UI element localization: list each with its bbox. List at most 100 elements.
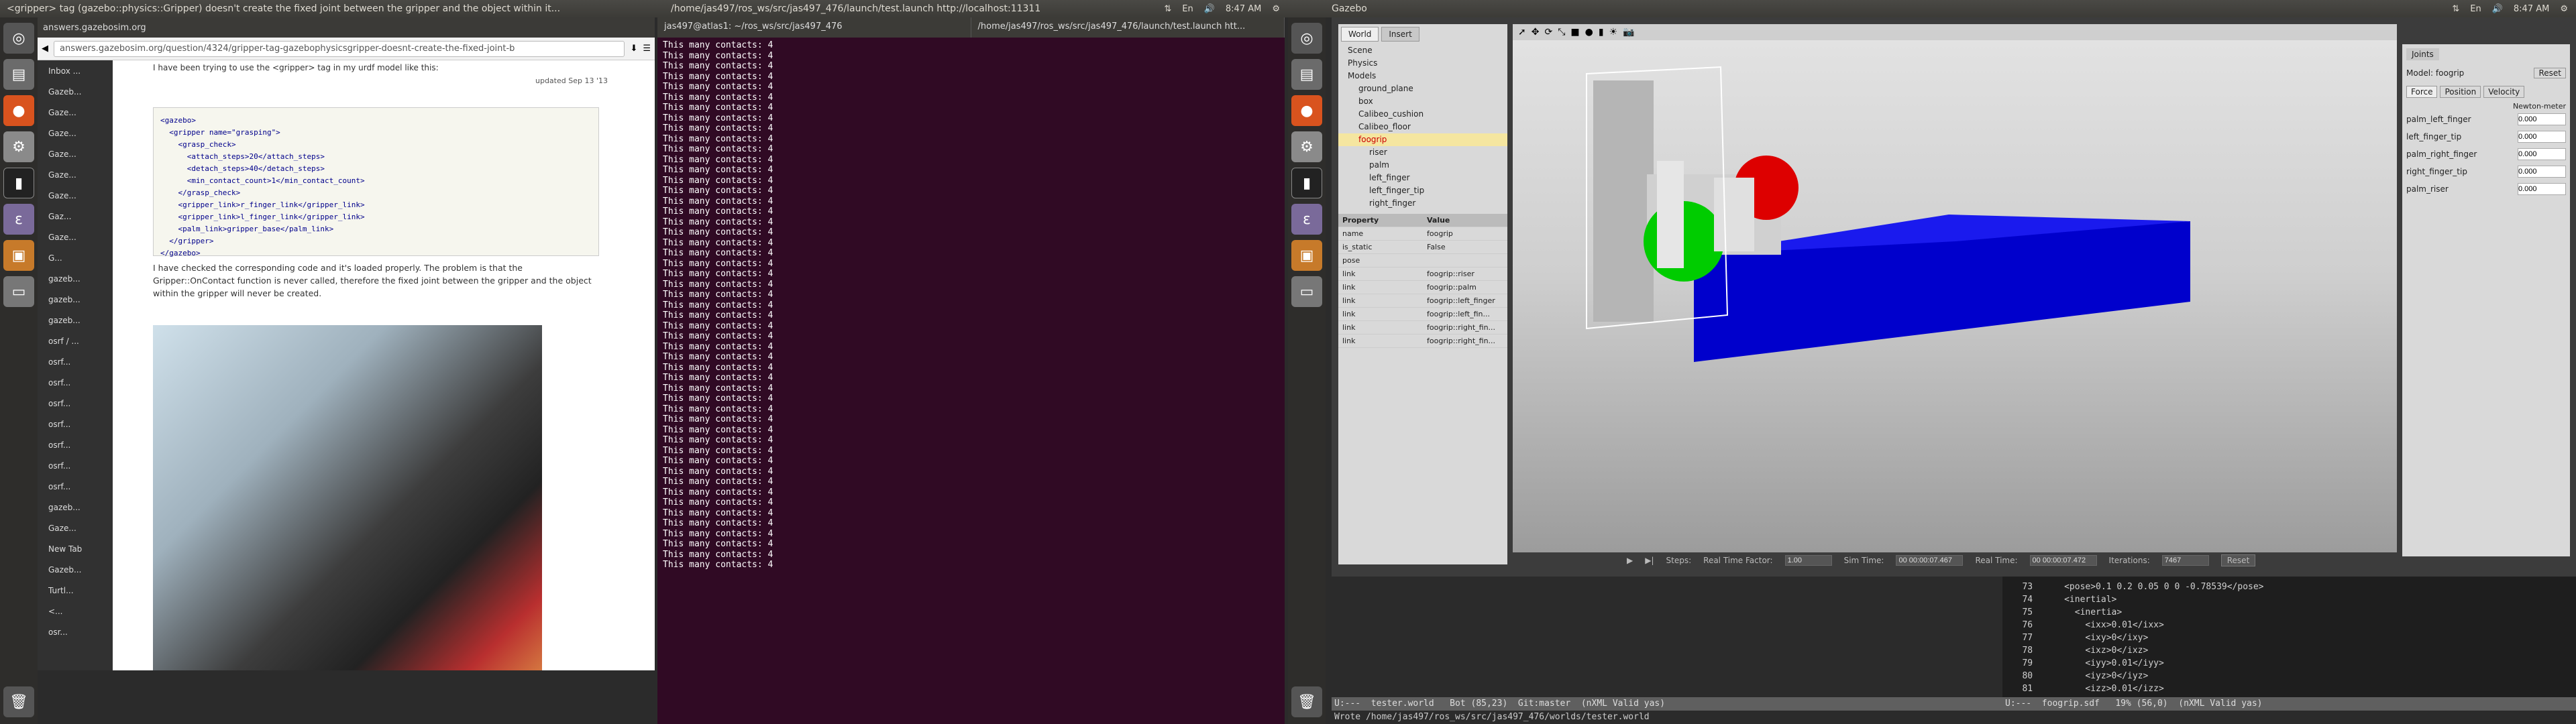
tab-world[interactable]: World xyxy=(1341,27,1379,42)
box-icon[interactable]: ■ xyxy=(1570,27,1579,38)
volume-icon[interactable]: 🔊 xyxy=(2492,4,2503,14)
tab-force[interactable]: Force xyxy=(2406,86,2438,98)
sidebar-tab-item[interactable]: Gaz... xyxy=(38,206,113,227)
sidebar-tab-item[interactable]: Gazeb... xyxy=(38,81,113,102)
world-tree-item[interactable]: Calibeo_cushion xyxy=(1338,108,1507,121)
cylinder-icon[interactable]: ▮ xyxy=(1599,27,1604,38)
package-icon[interactable]: ▣ xyxy=(1291,240,1322,271)
joints-reset-button[interactable]: Reset xyxy=(2534,68,2566,78)
rotate-icon[interactable]: ⟳ xyxy=(1544,27,1552,38)
back-icon[interactable]: ◀ xyxy=(42,44,48,54)
joint-force-field[interactable] xyxy=(2518,183,2566,195)
light-icon[interactable]: ☀ xyxy=(1609,27,1618,38)
tab-insert[interactable]: Insert xyxy=(1381,27,1419,42)
joint-force-field[interactable] xyxy=(2518,166,2566,178)
sidebar-tab-item[interactable]: osrf... xyxy=(38,455,113,476)
sidebar-tab-item[interactable]: osrf... xyxy=(38,351,113,372)
world-tree-item[interactable]: left_finger xyxy=(1338,172,1507,184)
sidebar-tab-item[interactable]: gazeb... xyxy=(38,310,113,330)
menu-icon[interactable]: ☰ xyxy=(643,44,651,54)
sidebar-tab-item[interactable]: osrf... xyxy=(38,393,113,414)
world-tree-item[interactable]: right_finger xyxy=(1338,197,1507,210)
download-icon[interactable]: ⬇ xyxy=(630,44,637,54)
joint-force-field[interactable] xyxy=(2518,131,2566,143)
property-row[interactable]: link foogrip::right_fin... xyxy=(1338,335,1507,348)
sidebar-tab-item[interactable]: Turtl... xyxy=(38,580,113,601)
clock[interactable]: 8:47 AM xyxy=(2514,4,2549,14)
reset-time-button[interactable]: Reset xyxy=(2220,554,2256,566)
sidebar-tab-item[interactable]: osr... xyxy=(38,621,113,642)
sidebar-tab-item[interactable]: Gaze... xyxy=(38,518,113,538)
sidebar-tab-item[interactable]: osrf / ... xyxy=(38,330,113,351)
tab-position[interactable]: Position xyxy=(2440,86,2481,98)
dash-icon[interactable]: ◎ xyxy=(3,23,34,54)
3d-viewport[interactable] xyxy=(1513,40,2397,552)
keyboard-icon[interactable]: En xyxy=(2470,4,2481,14)
property-row[interactable]: name foogrip xyxy=(1338,227,1507,241)
volume-icon[interactable]: 🔊 xyxy=(1204,4,1215,14)
terminal-tab-1[interactable]: jas497@atlas1: ~/ros_ws/src/jas497_476 xyxy=(657,17,971,38)
translate-icon[interactable]: ✥ xyxy=(1532,27,1540,38)
world-tree-item[interactable]: Physics xyxy=(1338,57,1507,70)
property-row[interactable]: link foogrip::palm xyxy=(1338,281,1507,294)
sidebar-tab-item[interactable]: gazeb... xyxy=(38,289,113,310)
emacs-icon[interactable]: ε xyxy=(3,204,34,235)
world-tree-item[interactable]: Scene xyxy=(1338,44,1507,57)
sidebar-tab-item[interactable]: gazeb... xyxy=(38,268,113,289)
trash-icon[interactable]: 🗑 xyxy=(1291,686,1322,717)
minibuffer[interactable]: Wrote /home/jas497/ros_ws/src/jas497_476… xyxy=(1332,711,2576,724)
sidebar-tab-item[interactable]: gazeb... xyxy=(38,497,113,518)
sphere-icon[interactable]: ● xyxy=(1585,27,1593,38)
firefox-icon[interactable]: ● xyxy=(1291,95,1322,126)
world-tree-item[interactable]: Models xyxy=(1338,70,1507,82)
terminal-tab-2[interactable]: /home/jas497/ros_ws/src/jas497_476/launc… xyxy=(971,17,1285,38)
keyboard-icon[interactable]: En xyxy=(1182,4,1193,14)
property-row[interactable]: link foogrip::right_fin... xyxy=(1338,321,1507,335)
sidebar-tab-item[interactable]: New Tab xyxy=(38,538,113,559)
package-icon[interactable]: ▣ xyxy=(3,240,34,271)
sidebar-tab-item[interactable]: Gazeb... xyxy=(38,559,113,580)
world-tree-item[interactable]: riser xyxy=(1338,146,1507,159)
files-icon[interactable]: ▤ xyxy=(1291,59,1322,90)
world-tree-item[interactable]: Calibeo_floor xyxy=(1338,121,1507,133)
settings-icon[interactable]: ⚙ xyxy=(3,131,34,162)
sidebar-tab-item[interactable]: Gaze... xyxy=(38,123,113,143)
drive-icon[interactable]: ▭ xyxy=(3,276,34,307)
firefox-icon[interactable]: ● xyxy=(3,95,34,126)
world-tree-item[interactable]: ground_plane xyxy=(1338,82,1507,95)
property-row[interactable]: link foogrip::left_finger xyxy=(1338,294,1507,308)
sidebar-tab-item[interactable]: Gaze... xyxy=(38,164,113,185)
sidebar-tab-item[interactable]: osrf... xyxy=(38,414,113,434)
world-tree-item[interactable]: left_finger_tip xyxy=(1338,184,1507,197)
camera-icon[interactable]: 📷 xyxy=(1623,27,1634,38)
step-icon[interactable]: ▶| xyxy=(1645,556,1654,565)
sidebar-tab-item[interactable]: Inbox ... xyxy=(38,60,113,81)
scale-icon[interactable]: ⤡ xyxy=(1558,27,1565,38)
world-tree-item[interactable]: box xyxy=(1338,95,1507,108)
terminal-icon[interactable]: ▮ xyxy=(1291,168,1322,198)
network-icon[interactable]: ⇅ xyxy=(1164,4,1171,14)
emacs-right-pane[interactable]: 73 <pose>0.1 0.2 0.05 0 0 -0.78539</pose… xyxy=(2002,577,2576,697)
gear-icon[interactable]: ⚙ xyxy=(1272,4,1280,14)
sidebar-tab-item[interactable]: osrf... xyxy=(38,434,113,455)
sidebar-tab-item[interactable]: Gaze... xyxy=(38,143,113,164)
files-icon[interactable]: ▤ xyxy=(3,59,34,90)
sidebar-tab-item[interactable]: Gaze... xyxy=(38,227,113,247)
drive-icon[interactable]: ▭ xyxy=(1291,276,1322,307)
property-row[interactable]: link foogrip::left_fin... xyxy=(1338,308,1507,321)
joint-force-field[interactable] xyxy=(2518,148,2566,160)
gear-icon[interactable]: ⚙ xyxy=(2560,4,2568,14)
sidebar-tab-item[interactable]: <... xyxy=(38,601,113,621)
sidebar-tab-item[interactable]: Gaze... xyxy=(38,102,113,123)
emacs-left-pane[interactable] xyxy=(1332,577,2002,697)
property-row[interactable]: is_static False xyxy=(1338,241,1507,254)
terminal-output[interactable]: This many contacts: 4 This many contacts:… xyxy=(657,38,1285,573)
clock[interactable]: 8:47 AM xyxy=(1226,4,1261,14)
property-row[interactable]: pose xyxy=(1338,254,1507,267)
joint-force-field[interactable] xyxy=(2518,113,2566,125)
browser-tab[interactable]: answers.gazebosim.org xyxy=(38,17,655,38)
trash-icon[interactable]: 🗑 xyxy=(3,686,34,717)
url-bar[interactable]: answers.gazebosim.org/question/4324/grip… xyxy=(54,40,625,57)
tab-velocity[interactable]: Velocity xyxy=(2483,86,2525,98)
select-icon[interactable]: ➚ xyxy=(1518,27,1526,38)
